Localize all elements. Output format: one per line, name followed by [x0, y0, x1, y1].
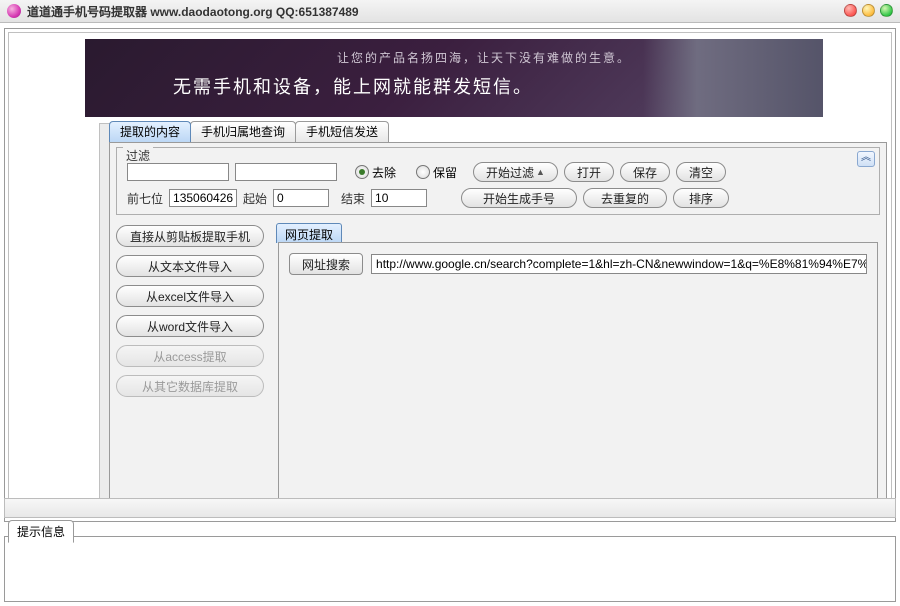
clear-button[interactable]: 清空 [676, 162, 726, 182]
window-controls [844, 4, 893, 17]
word-import-button[interactable]: 从word文件导入 [116, 315, 264, 337]
outer-panel: 让您的产品名扬四海，让天下没有难做的生意。 无需手机和设备，能上网就能群发短信。… [4, 28, 896, 522]
txt-import-button[interactable]: 从文本文件导入 [116, 255, 264, 277]
url-row: 网址搜索 http://www.google.cn/search?complet… [289, 253, 867, 275]
main-tabbar: 提取的内容 手机归属地查询 手机短信发送 [109, 121, 887, 143]
minimize-icon[interactable] [862, 4, 875, 17]
main-pane: 过滤 ︽ 去除 保留 开始过滤▲ 打开 保存 清空 [109, 142, 887, 513]
titlebar: 道道通手机号码提取器 www.daodaotong.org QQ:6513874… [0, 0, 900, 23]
radio-keep[interactable]: 保留 [416, 164, 457, 181]
prefix-input[interactable] [169, 189, 237, 207]
prefix-label: 前七位 [127, 190, 163, 207]
filter-row-2: 前七位 起始 结束 开始生成手号 去重复的 排序 [127, 188, 729, 208]
radio-remove[interactable]: 去除 [355, 164, 396, 181]
tab-extracted-content[interactable]: 提取的内容 [109, 121, 191, 142]
main-tab-area: 提取的内容 手机归属地查询 手机短信发送 过滤 ︽ 去除 保留 [109, 121, 887, 513]
excel-import-button[interactable]: 从excel文件导入 [116, 285, 264, 307]
window-title: 道道通手机号码提取器 www.daodaotong.org QQ:6513874… [27, 3, 359, 20]
start-input[interactable] [273, 189, 329, 207]
filter-input-2[interactable] [235, 163, 337, 181]
end-label: 结束 [341, 190, 365, 207]
radio-dot-icon [416, 165, 430, 179]
sub-pane: 网址搜索 http://www.google.cn/search?complet… [278, 242, 878, 504]
sort-button[interactable]: 排序 [673, 188, 729, 208]
generate-button[interactable]: 开始生成手号 [461, 188, 577, 208]
filter-input-1[interactable] [127, 163, 229, 181]
filter-row-1: 去除 保留 开始过滤▲ 打开 保存 清空 [127, 162, 726, 182]
ad-banner: 让您的产品名扬四海，让天下没有难做的生意。 无需手机和设备，能上网就能群发短信。 [85, 39, 823, 117]
url-input[interactable]: http://www.google.cn/search?complete=1&h… [371, 254, 867, 274]
save-button[interactable]: 保存 [620, 162, 670, 182]
open-button[interactable]: 打开 [564, 162, 614, 182]
url-search-button[interactable]: 网址搜索 [289, 253, 363, 275]
app-icon [7, 4, 21, 18]
end-input[interactable] [371, 189, 427, 207]
mouse-led-icon [720, 51, 728, 59]
start-filter-button[interactable]: 开始过滤▲ [473, 162, 558, 182]
hint-area[interactable] [4, 536, 896, 602]
clipboard-extract-button[interactable]: 直接从剪贴板提取手机 [116, 225, 264, 247]
close-icon[interactable] [844, 4, 857, 17]
status-bar [4, 498, 896, 518]
access-import-button: 从access提取 [116, 345, 264, 367]
tab-sms-send[interactable]: 手机短信发送 [295, 121, 389, 142]
maximize-icon[interactable] [880, 4, 893, 17]
start-label: 起始 [243, 190, 267, 207]
left-button-column: 直接从剪贴板提取手机 从文本文件导入 从excel文件导入 从word文件导入 … [116, 225, 264, 397]
db-import-button: 从其它数据库提取 [116, 375, 264, 397]
hint-tab[interactable]: 提示信息 [8, 520, 74, 543]
banner-subtitle: 让您的产品名扬四海，让天下没有难做的生意。 [337, 49, 631, 66]
dedup-button[interactable]: 去重复的 [583, 188, 667, 208]
filter-group: 过滤 ︽ 去除 保留 开始过滤▲ 打开 保存 清空 [116, 147, 880, 215]
collapse-button[interactable]: ︽ [857, 151, 875, 167]
outer-inner: 让您的产品名扬四海，让天下没有难做的生意。 无需手机和设备，能上网就能群发短信。… [8, 32, 892, 518]
tab-web-extract[interactable]: 网页提取 [276, 223, 342, 243]
banner-title: 无需手机和设备，能上网就能群发短信。 [173, 73, 533, 99]
tab-location-query[interactable]: 手机归属地查询 [190, 121, 296, 142]
radio-dot-icon [355, 165, 369, 179]
sub-tabbar: 网页提取 [276, 223, 342, 243]
